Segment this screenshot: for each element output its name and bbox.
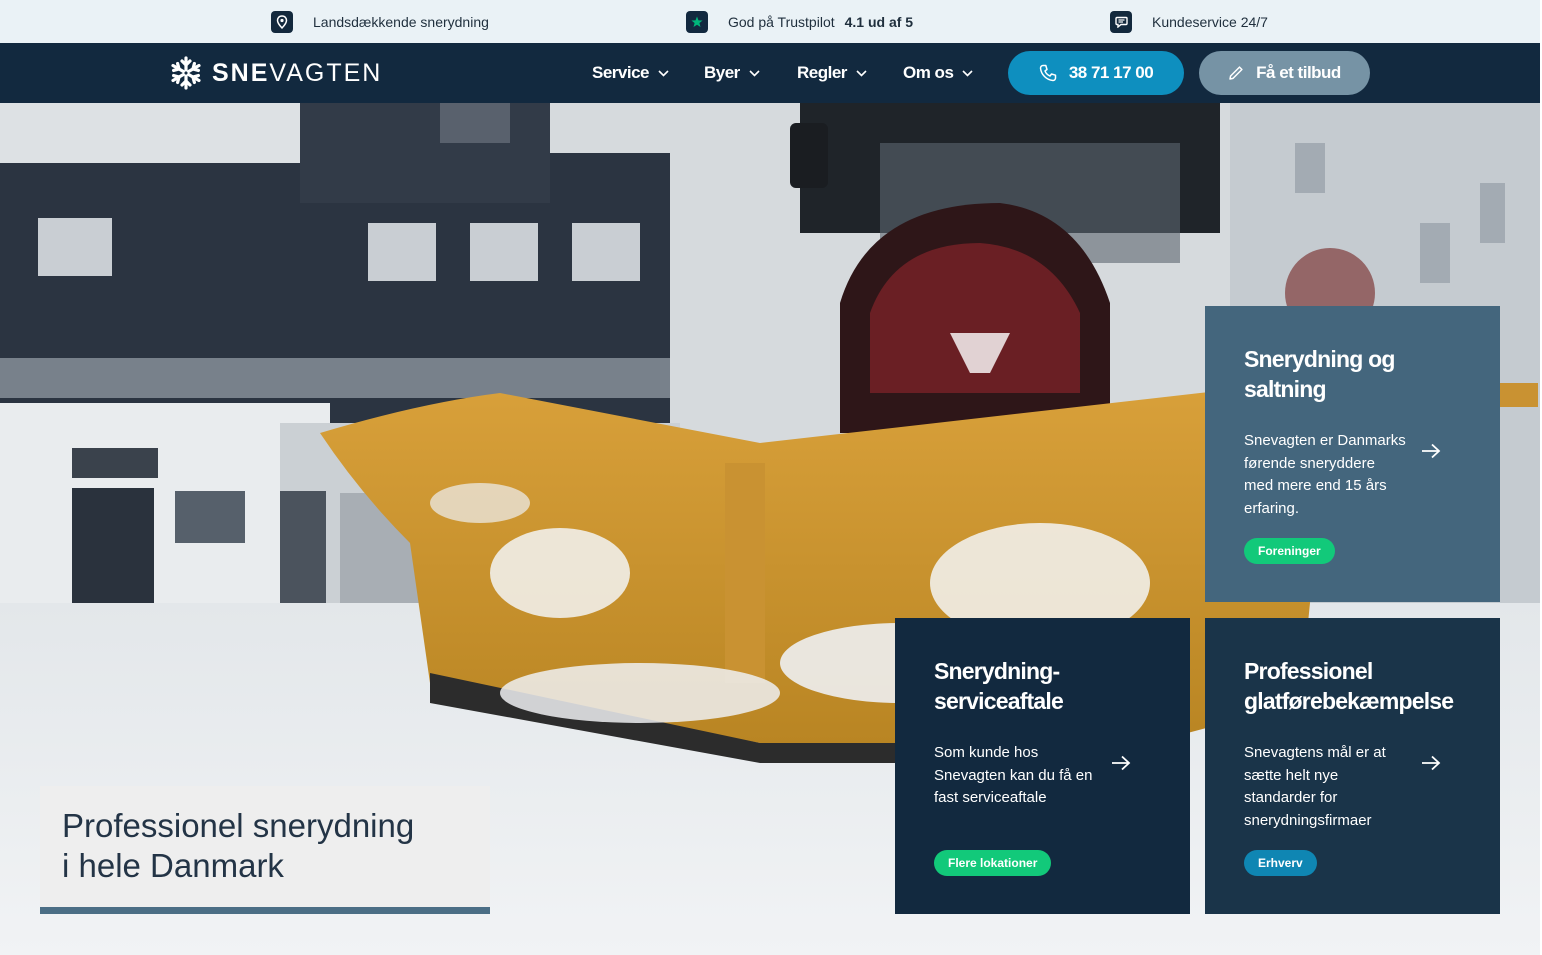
nav-regler[interactable]: Regler: [797, 63, 867, 83]
nav-byer[interactable]: Byer: [704, 63, 760, 83]
tag-flere-lokationer[interactable]: Flere lokationer: [934, 850, 1052, 876]
card-title-line-1: Snerydning og: [1244, 346, 1395, 372]
hero-headline-line-2: i hele Danmark: [62, 847, 284, 884]
main-header: SNEVAGTEN Service Byer Regler Om os 38 7…: [0, 43, 1540, 103]
tag-erhverv[interactable]: Erhverv: [1244, 850, 1317, 876]
topbar-item-trustpilot[interactable]: God på Trustpilot 4.1 ud af 5: [686, 11, 913, 33]
nav-byer-label: Byer: [704, 63, 740, 82]
card-title: Snerydning- serviceaftale: [934, 656, 1151, 716]
service-card-service-agreement[interactable]: Snerydning- serviceaftale Som kunde hos …: [895, 618, 1190, 914]
nav-service[interactable]: Service: [592, 63, 669, 83]
phone-icon: [1039, 64, 1057, 82]
topbar-coverage-text: Landsdækkende snerydning: [313, 14, 489, 30]
service-card-snow-salting[interactable]: Snerydning og saltning Snevagten er Danm…: [1205, 306, 1500, 602]
card-body: Snevagten er Danmarks førende sneryddere…: [1244, 432, 1406, 517]
chat-bubble-icon: [1110, 11, 1132, 33]
location-pin-icon: [271, 11, 293, 33]
arrow-right-icon[interactable]: [1111, 755, 1131, 771]
topbar-support-text: Kundeservice 24/7: [1152, 14, 1268, 30]
topbar-item-coverage: Landsdækkende snerydning: [271, 11, 489, 33]
card-title: Snerydning og saltning: [1244, 344, 1461, 404]
tag-foreninger[interactable]: Foreninger: [1244, 538, 1335, 564]
pencil-icon: [1229, 66, 1243, 80]
top-info-bar: Landsdækkende snerydning God på Trustpil…: [0, 0, 1540, 43]
trustpilot-star-icon: [686, 11, 708, 33]
card-title: Professionel glatførebekæmpelse: [1244, 656, 1461, 716]
card-title-line-1: Snerydning-: [934, 658, 1060, 684]
service-card-ice-control[interactable]: Professionel glatførebekæmpelse Snevagte…: [1205, 618, 1500, 914]
card-body: Snevagtens mål er at sætte helt nye stan…: [1244, 744, 1386, 829]
nav-om-os[interactable]: Om os: [903, 63, 973, 83]
chevron-down-icon: [658, 69, 669, 77]
card-title-line-2: glatførebekæmpelse: [1244, 688, 1454, 714]
hero-headline-box: Professionel snerydning i hele Danmark: [40, 786, 490, 914]
arrow-right-icon[interactable]: [1421, 755, 1441, 771]
topbar-item-support: Kundeservice 24/7: [1110, 11, 1268, 33]
phone-button-label: 38 71 17 00: [1068, 63, 1154, 82]
get-quote-button[interactable]: Få et tilbud: [1199, 51, 1370, 95]
logo-wordmark: SNEVAGTEN: [212, 58, 383, 87]
snowflake-icon: [169, 56, 203, 90]
phone-button[interactable]: 38 71 17 00: [1008, 51, 1184, 95]
trustpilot-rating: 4.1 ud af 5: [844, 14, 914, 30]
nav-om-os-label: Om os: [903, 63, 954, 82]
arrow-right-icon[interactable]: [1421, 443, 1441, 459]
logo[interactable]: SNEVAGTEN: [168, 55, 382, 91]
hero-headline-line-1: Professionel snerydning: [62, 807, 415, 844]
card-title-line-2: saltning: [1244, 376, 1327, 402]
card-title-line-1: Professionel: [1244, 658, 1373, 684]
get-quote-button-label: Få et tilbud: [1256, 63, 1341, 82]
chevron-down-icon: [856, 69, 867, 77]
hero-section: Professionel snerydning i hele Danmark S…: [0, 103, 1540, 955]
card-body: Som kunde hos Snevagten kan du få en fas…: [934, 744, 1093, 806]
trustpilot-text: God på Trustpilot: [728, 14, 835, 30]
nav-service-label: Service: [592, 63, 650, 82]
chevron-down-icon: [749, 69, 760, 77]
nav-regler-label: Regler: [797, 63, 847, 82]
chevron-down-icon: [962, 69, 973, 77]
card-title-line-2: serviceaftale: [934, 688, 1064, 714]
